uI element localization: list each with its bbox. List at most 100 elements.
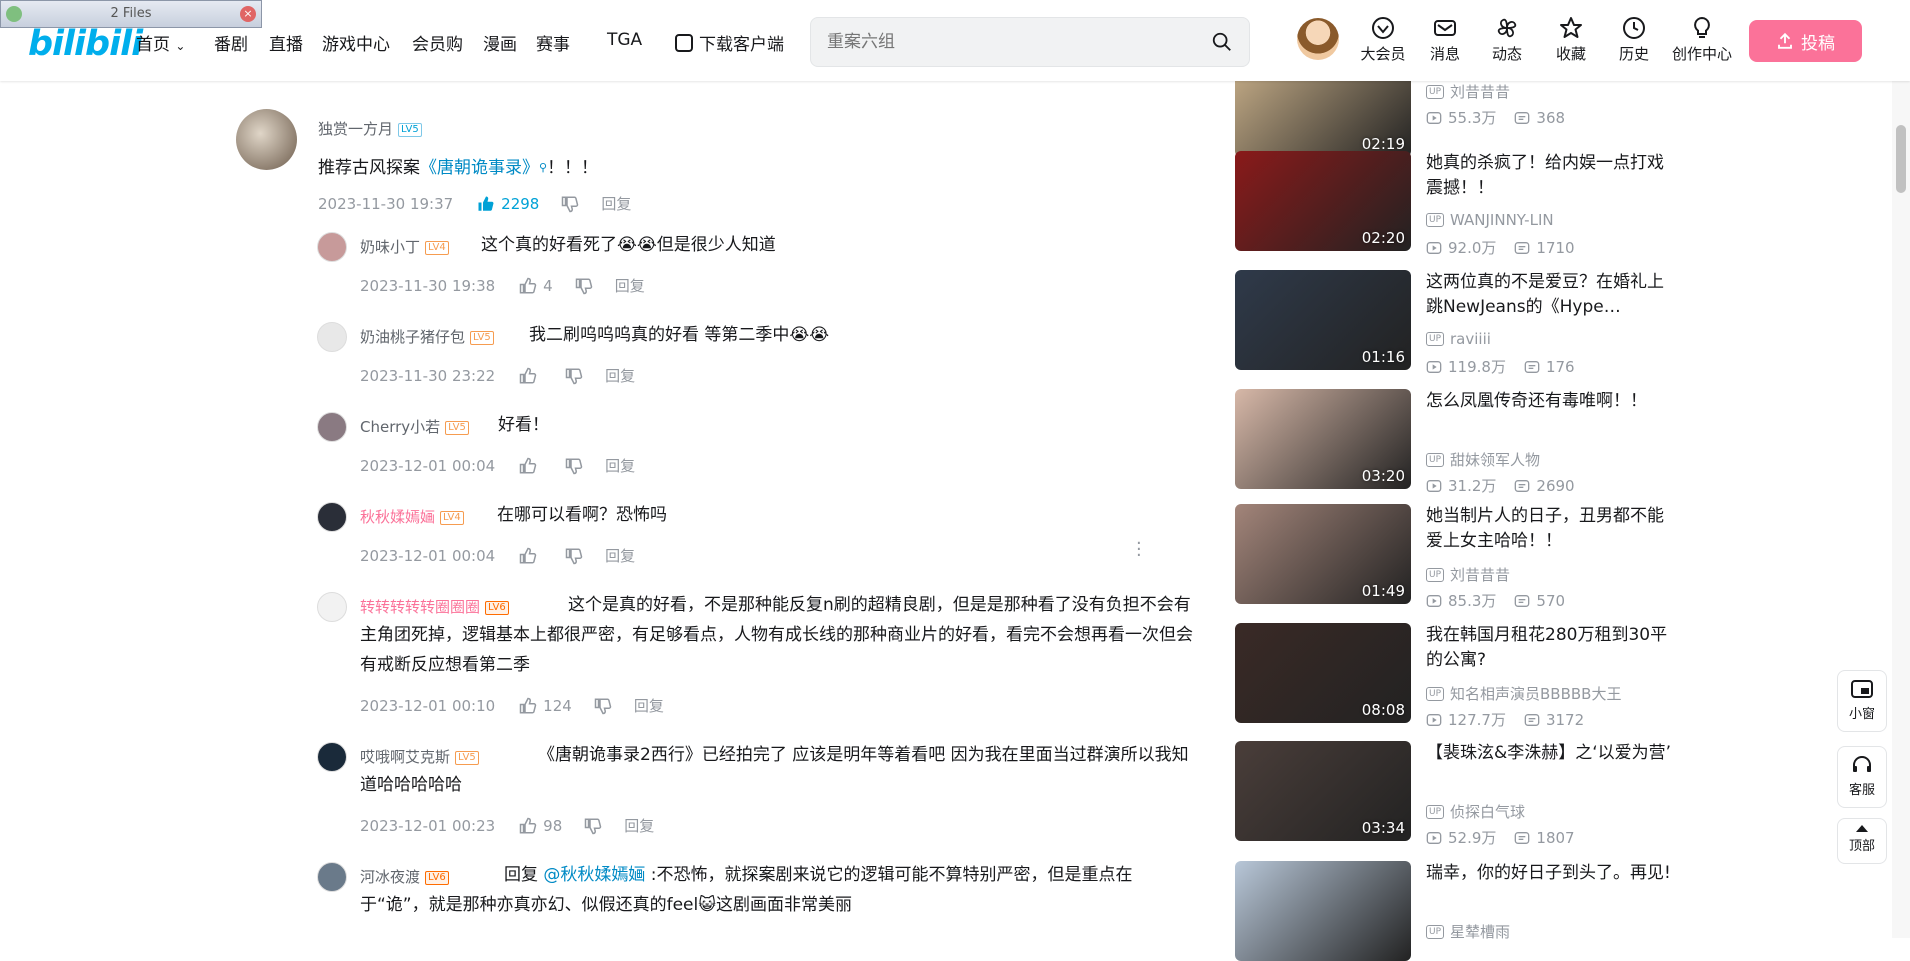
recommended-video[interactable]: 01:49 她当制片人的日子，丑男都不能爱上女主哈哈！！ UP 刘昔昔昔 85.3万 57… (1235, 504, 1676, 610)
thumb-down-icon[interactable] (565, 457, 583, 475)
video-thumbnail[interactable]: 01:16 (1235, 270, 1411, 370)
nav-tga[interactable]: TGA (607, 30, 642, 50)
video-thumbnail[interactable]: 01:49 (1235, 504, 1411, 604)
reply-username[interactable]: 秋秋媃嫣婳 LV4 (360, 506, 464, 527)
video-thumbnail[interactable]: 02:20 (1235, 151, 1411, 251)
mini-window-button[interactable]: 小窗 (1837, 670, 1887, 732)
page-scrollbar[interactable] (1892, 81, 1910, 938)
like-button[interactable]: 4 (519, 277, 553, 295)
reply-button[interactable]: 回复 (605, 545, 635, 566)
reply-avatar[interactable] (317, 862, 347, 892)
reply-button[interactable]: 回复 (601, 193, 631, 214)
header-message[interactable]: 消息 (1414, 16, 1476, 64)
reply-button[interactable]: 回复 (634, 695, 664, 716)
reply-button[interactable]: 回复 (605, 455, 635, 476)
video-uploader[interactable]: UP 甜妹领军人物 (1426, 449, 1540, 470)
recommended-video[interactable]: 08:08 我在韩国月租花280万租到30平的公寓? UP 知名相声演员BBBBB大王… (1235, 623, 1676, 729)
bilibili-logo[interactable]: bilibili (28, 24, 143, 64)
nav-live[interactable]: 直播 (269, 30, 303, 55)
like-button[interactable]: 124 (519, 697, 572, 715)
like-button[interactable] (519, 367, 543, 385)
back-to-top-button[interactable]: 顶部 (1837, 818, 1887, 864)
nav-game-center[interactable]: 游戏中心 (322, 30, 390, 55)
recommended-video[interactable]: 03:34 【裴珠泫&李洙赫】之‘以爱为营’ UP 侦探白气球 52.9万 1807 (1235, 741, 1676, 847)
drama-link[interactable]: 《唐朝诡事录》 (420, 158, 539, 178)
mention-link[interactable]: @秋秋媃嫣婳 (543, 865, 645, 885)
video-title[interactable]: 她当制片人的日子，丑男都不能爱上女主哈哈！！ (1426, 504, 1676, 554)
reply-avatar[interactable] (317, 322, 347, 352)
video-thumbnail[interactable]: 08:08 (1235, 623, 1411, 723)
like-button[interactable]: 98 (519, 817, 562, 835)
more-options-icon[interactable]: · · · (1136, 535, 1142, 565)
reply-avatar[interactable] (317, 232, 347, 262)
customer-service-button[interactable]: 客服 (1837, 746, 1887, 808)
close-icon[interactable]: × (240, 6, 256, 22)
thumb-down-icon[interactable] (565, 367, 583, 385)
thumb-down-icon[interactable] (575, 277, 593, 295)
like-button[interactable] (519, 457, 543, 475)
reply-username[interactable]: 奶味小丁 LV4 (360, 236, 449, 257)
search-small-icon: ⚲ (539, 161, 548, 174)
nav-manga[interactable]: 漫画 (483, 30, 517, 55)
search-input[interactable] (827, 30, 1187, 54)
video-uploader[interactable]: UP 知名相声演员BBBBB大王 (1426, 683, 1621, 704)
reply-time: 2023-12-01 00:04 (360, 456, 496, 475)
reply-avatar[interactable] (317, 592, 347, 622)
video-uploader[interactable]: UP 星辇槽雨 (1426, 921, 1510, 942)
nav-anime[interactable]: 番剧 (214, 30, 248, 55)
recommended-video[interactable]: 03:20 怎么凤凰传奇还有毒唯啊！！ UP 甜妹领军人物 31.2万 2690 (1235, 389, 1676, 495)
reply-button[interactable]: 回复 (615, 275, 645, 296)
reply-avatar[interactable] (317, 502, 347, 532)
thumb-down-icon[interactable] (561, 195, 579, 213)
scrollbar-thumb[interactable] (1896, 125, 1906, 193)
thumb-up-icon (519, 817, 537, 833)
recommended-video[interactable]: 01:16 这两位真的不是爱豆？在婚礼上跳NewJeans的《Hype… UP rav… (1235, 270, 1676, 376)
header-creator-center[interactable]: 创作中心 (1664, 16, 1740, 64)
video-thumbnail[interactable]: 03:34 (1235, 741, 1411, 841)
recommended-video[interactable]: 瑞幸，你的好日子到头了。再见! UP 星辇槽雨 (1235, 861, 1675, 961)
video-thumbnail[interactable]: 03:20 (1235, 389, 1411, 489)
header-favorite[interactable]: 收藏 (1540, 16, 1602, 64)
video-title[interactable]: 她真的杀疯了！给内娱一点打戏震撼！！ (1426, 151, 1676, 201)
reply-username[interactable]: 奶油桃子猪仔包 LV5 (360, 326, 494, 347)
video-title[interactable]: 【裴珠泫&李洙赫】之‘以爱为营’ (1426, 741, 1676, 766)
user-avatar[interactable] (1297, 18, 1339, 60)
avatar[interactable] (236, 109, 297, 170)
video-uploader[interactable]: UP 刘昔昔昔 (1426, 564, 1510, 585)
nav-home[interactable]: 首页 ⌄ (136, 30, 185, 55)
video-uploader[interactable]: UP 刘昔昔昔 (1426, 81, 1510, 102)
video-title[interactable]: 怎么凤凰传奇还有毒唯啊！！ (1426, 389, 1676, 414)
reply-button[interactable]: 回复 (624, 815, 654, 836)
reply-username[interactable]: Cherry小若 LV5 (360, 416, 469, 437)
nav-download-client[interactable]: 下载客户端 (675, 30, 784, 55)
header-vip[interactable]: 大会员 (1352, 16, 1414, 64)
like-button[interactable]: 2298 (477, 195, 539, 213)
header-dynamic[interactable]: 动态 (1476, 16, 1538, 64)
like-button[interactable] (519, 547, 543, 565)
video-title[interactable]: 瑞幸，你的好日子到头了。再见! (1426, 861, 1676, 886)
danmaku-count: 368 (1536, 108, 1566, 127)
upload-button[interactable]: 投稿 (1749, 20, 1862, 62)
video-title[interactable]: 这两位真的不是爱豆？在婚礼上跳NewJeans的《Hype… (1426, 270, 1676, 320)
reply-avatar[interactable] (317, 412, 347, 442)
thumb-down-icon[interactable] (584, 817, 602, 835)
thumb-down-icon[interactable] (594, 697, 612, 715)
reply-text: 《唐朝诡事录2西行》已经拍完了 应该是明年等着看吧 因为我在里面当过群演所以我知… (360, 745, 1189, 795)
video-uploader[interactable]: UP raviiii (1426, 330, 1491, 348)
reply-avatar[interactable] (317, 742, 347, 772)
message-icon (1434, 20, 1456, 36)
video-duration: 03:20 (1361, 467, 1405, 485)
video-thumbnail[interactable] (1235, 861, 1411, 961)
nav-events[interactable]: 赛事 (536, 30, 570, 55)
video-uploader[interactable]: UP WANJINNY-LIN (1426, 211, 1554, 229)
header-history[interactable]: 历史 (1603, 16, 1665, 64)
video-title[interactable]: 我在韩国月租花280万租到30平的公寓? (1426, 623, 1676, 673)
comment-username[interactable]: 独赏一方月 LV5 (318, 118, 422, 139)
search-icon[interactable] (1211, 31, 1233, 53)
play-count-icon (1426, 479, 1442, 492)
recommended-video[interactable]: 02:20 她真的杀疯了！给内娱一点打戏震撼！！ UP WANJINNY-LIN 92.… (1235, 151, 1676, 257)
reply-button[interactable]: 回复 (605, 365, 635, 386)
nav-mall[interactable]: 会员购 (412, 30, 463, 55)
thumb-down-icon[interactable] (565, 547, 583, 565)
video-uploader[interactable]: UP 侦探白气球 (1426, 801, 1525, 822)
